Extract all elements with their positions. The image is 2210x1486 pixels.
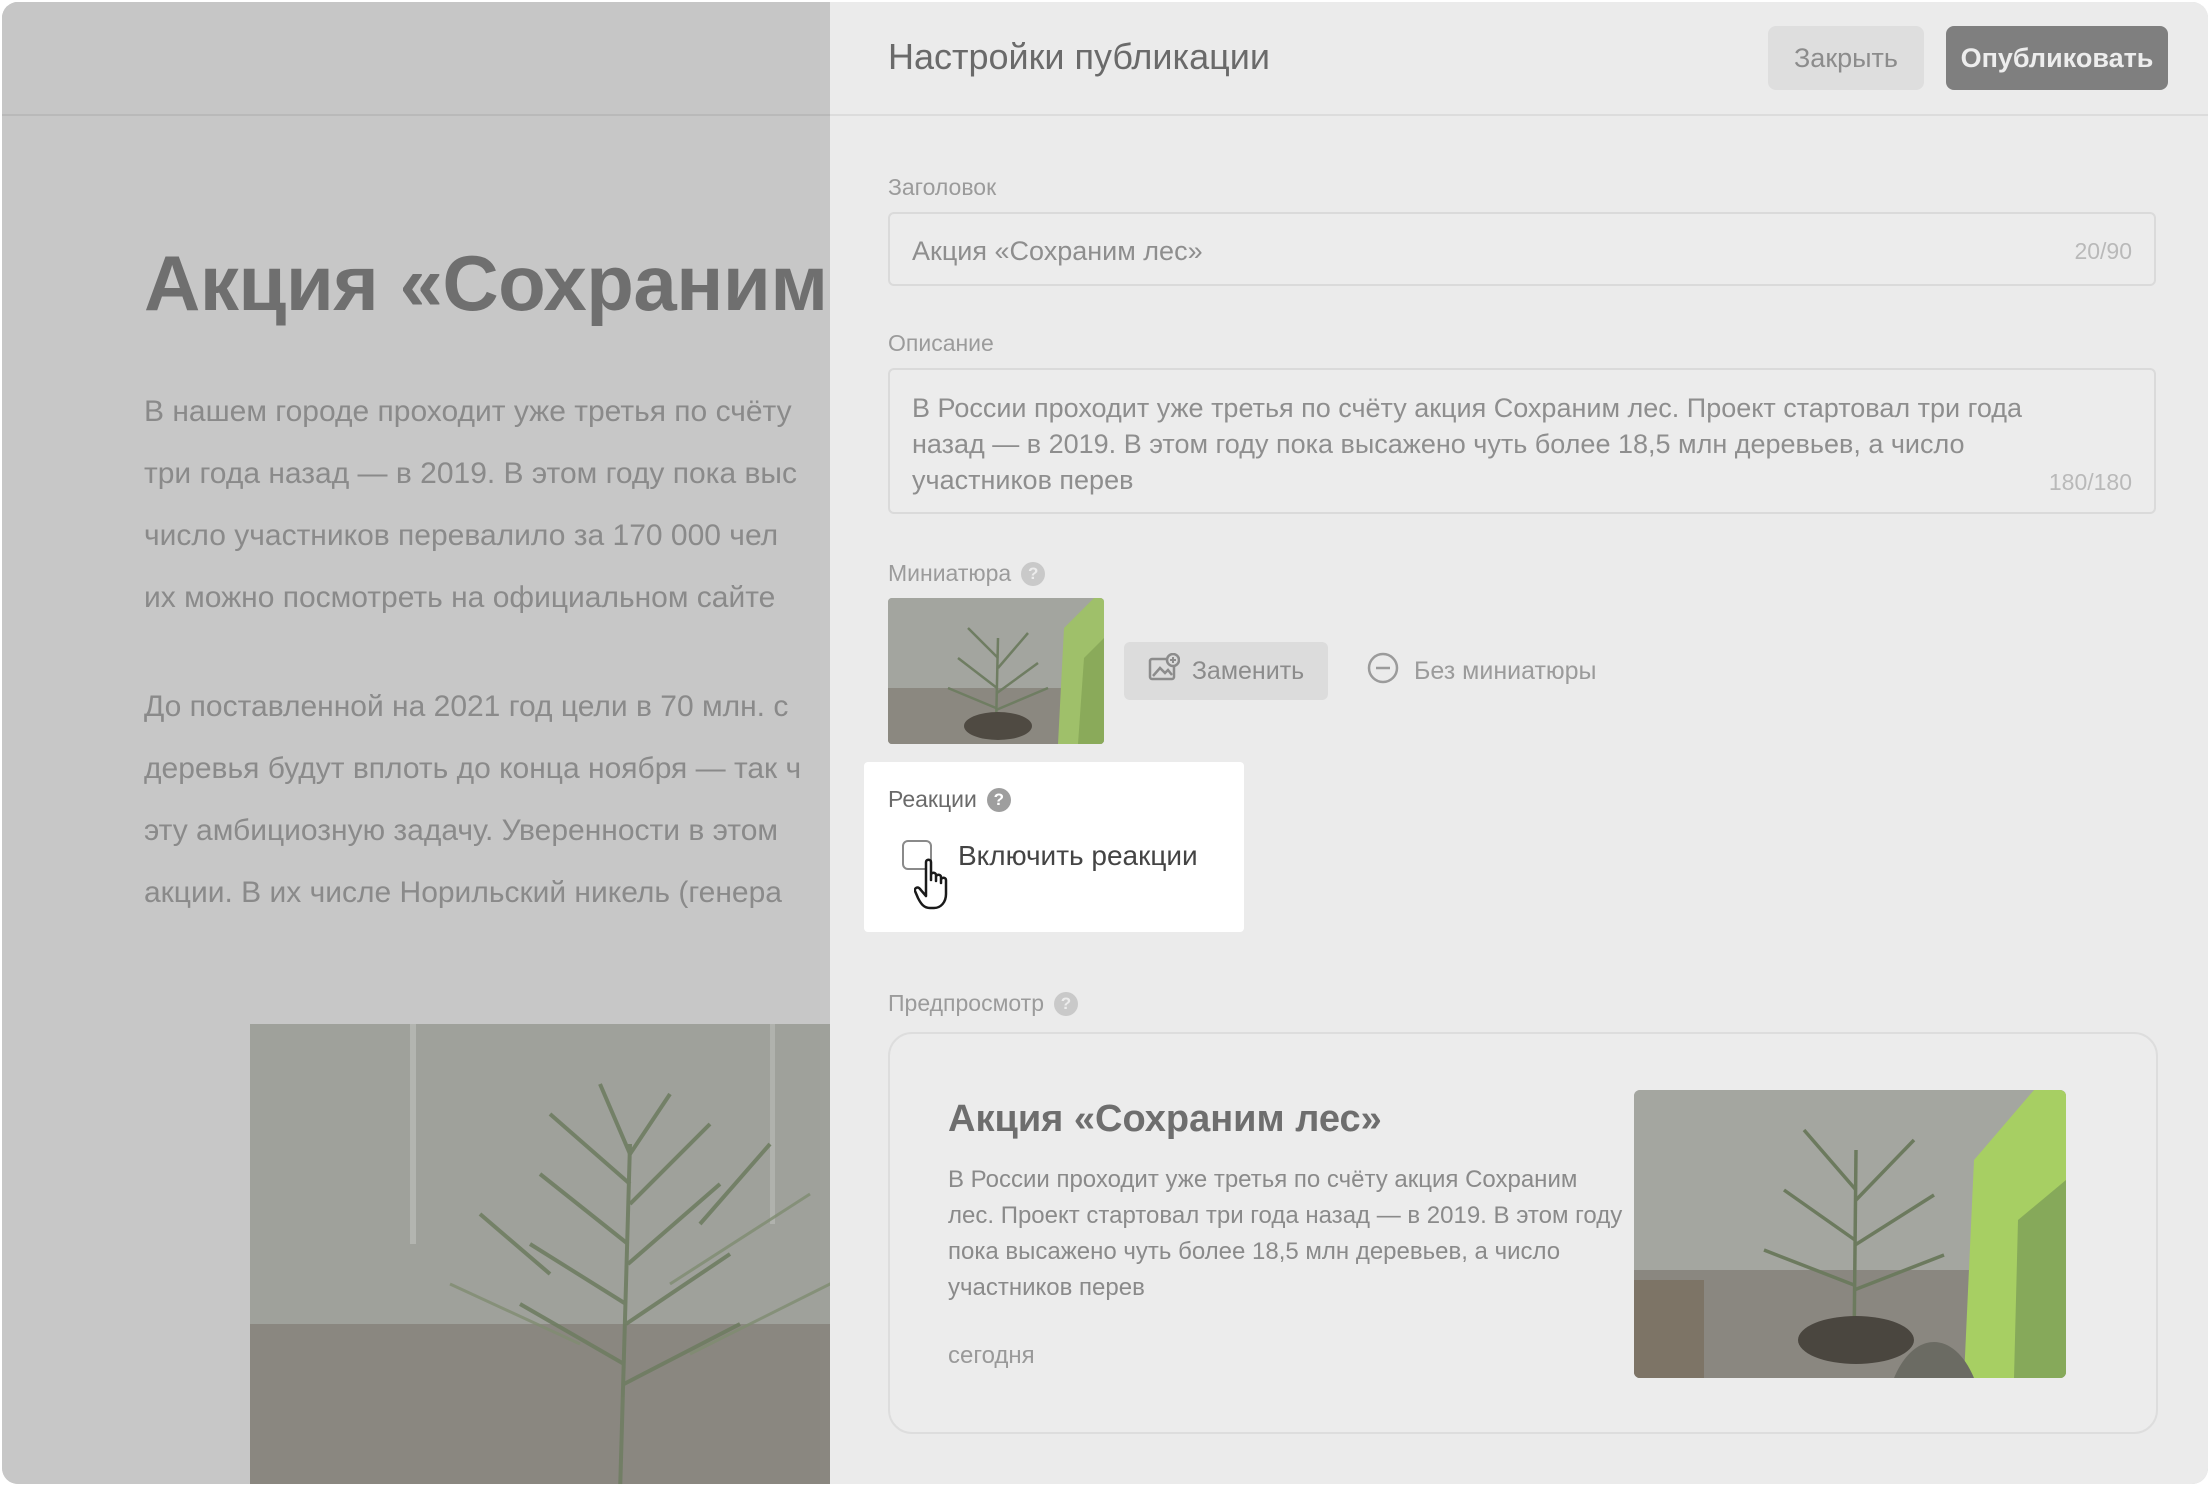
question-circle-icon[interactable]: ? [1054, 991, 1078, 1016]
title-input[interactable]: Акция «Сохраним лес» 20/90 [888, 212, 2156, 286]
minus-circle-icon [1366, 651, 1400, 692]
thumbnail-image [888, 598, 1104, 744]
description-textarea[interactable]: В России проходит уже третья по счёту ак… [888, 368, 2156, 514]
image-replace-icon [1148, 652, 1181, 690]
publish-button[interactable]: Опубликовать [1946, 26, 2168, 90]
reactions-section: Реакции ? Включить реакции [864, 762, 1244, 932]
preview-date: сегодня [948, 1342, 1035, 1369]
thumbnail-label-text: Миниатюра [888, 560, 1012, 586]
replace-label: Заменить [1191, 656, 1305, 685]
panel-header: Настройки публикации Закрыть Опубликоват… [830, 2, 2208, 116]
publish-settings-panel: Настройки публикации Закрыть Опубликоват… [830, 2, 2208, 1484]
reactions-field-label: Реакции ? [888, 786, 1011, 813]
close-button[interactable]: Закрыть [1768, 26, 1924, 90]
enable-reactions-label[interactable]: Включить реакции [958, 840, 1198, 872]
question-circle-icon[interactable]: ? [986, 787, 1011, 812]
reactions-label-text: Реакции [888, 786, 977, 812]
description-value: В России проходит уже третья по счёту ак… [912, 393, 2023, 495]
preview-label-text: Предпросмотр [888, 990, 1044, 1016]
panel-title: Настройки публикации [888, 36, 1270, 77]
preview-description: В России проходит уже третья по счёту ак… [948, 1166, 1623, 1301]
thumbnail-field-label: Миниатюра ? [888, 560, 1046, 587]
hand-pointer-cursor-icon [913, 858, 958, 912]
app-window: Акция «Сохраним лес» В нашем городе прох… [2, 2, 2208, 1484]
title-label-text: Заголовок [888, 174, 997, 200]
question-circle-icon[interactable]: ? [1021, 561, 1046, 586]
title-char-counter: 20/90 [2074, 238, 2132, 264]
preview-image [1634, 1090, 2066, 1378]
preview-title: Акция «Сохраним лес» [948, 1098, 1382, 1140]
description-label-text: Описание [888, 330, 994, 356]
article-topbar [2, 2, 832, 116]
replace-thumbnail-button[interactable]: Заменить [1124, 642, 1328, 700]
no-thumbnail-label: Без миниатюры [1414, 656, 1597, 685]
preview-field-label: Предпросмотр ? [888, 990, 1078, 1017]
no-thumbnail-button[interactable]: Без миниатюры [1366, 642, 1597, 700]
article-background: Акция «Сохраним лес» В нашем городе прох… [2, 2, 1025, 1484]
description-char-counter: 180/180 [2048, 469, 2132, 495]
description-field-label: Описание [888, 330, 994, 357]
preview-card: Акция «Сохраним лес» В России проходит у… [888, 1032, 2158, 1434]
title-field-label: Заголовок [888, 174, 996, 201]
title-input-value: Акция «Сохраним лес» [912, 236, 1203, 266]
